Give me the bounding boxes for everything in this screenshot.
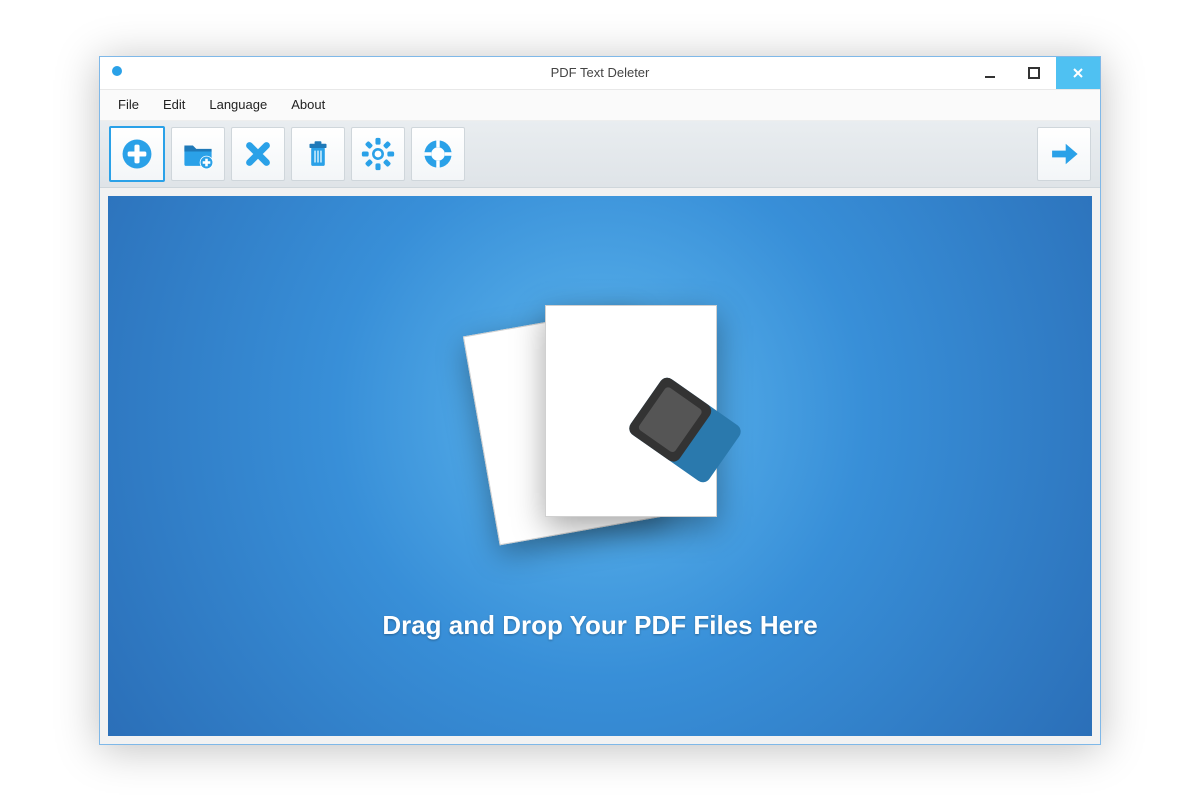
- maximize-button[interactable]: [1012, 57, 1056, 89]
- help-button[interactable]: [411, 127, 465, 181]
- maximize-icon: [1028, 67, 1040, 79]
- folder-plus-icon: [181, 137, 215, 171]
- add-file-button[interactable]: [109, 126, 165, 182]
- close-button[interactable]: [1056, 57, 1100, 89]
- drop-area[interactable]: Drag and Drop Your PDF Files Here: [108, 196, 1092, 736]
- window-controls: [968, 57, 1100, 89]
- drop-message: Drag and Drop Your PDF Files Here: [382, 610, 817, 641]
- close-icon: [1072, 67, 1084, 79]
- menu-about[interactable]: About: [279, 93, 337, 116]
- gear-icon: [361, 137, 395, 171]
- app-icon: [110, 64, 124, 81]
- menu-file[interactable]: File: [106, 93, 151, 116]
- lifering-icon: [421, 137, 455, 171]
- minimize-button[interactable]: [968, 57, 1012, 89]
- minimize-icon: [984, 67, 996, 79]
- window-title: PDF Text Deleter: [100, 65, 1100, 80]
- clear-all-button[interactable]: [291, 127, 345, 181]
- toolbar: [100, 121, 1100, 188]
- title-bar: PDF Text Deleter: [100, 57, 1100, 90]
- remove-button[interactable]: [231, 127, 285, 181]
- app-window: PDF Text Deleter File Edit Language Abou…: [99, 56, 1101, 745]
- menu-bar: File Edit Language About: [100, 90, 1100, 121]
- menu-language[interactable]: Language: [197, 93, 279, 116]
- drop-illustration: [450, 290, 750, 550]
- plus-icon: [120, 137, 154, 171]
- menu-edit[interactable]: Edit: [151, 93, 197, 116]
- trash-icon: [301, 137, 335, 171]
- arrow-right-icon: [1047, 137, 1081, 171]
- add-folder-button[interactable]: [171, 127, 225, 181]
- x-icon: [241, 137, 275, 171]
- run-button[interactable]: [1037, 127, 1091, 181]
- settings-button[interactable]: [351, 127, 405, 181]
- eraser-icon: [615, 360, 755, 500]
